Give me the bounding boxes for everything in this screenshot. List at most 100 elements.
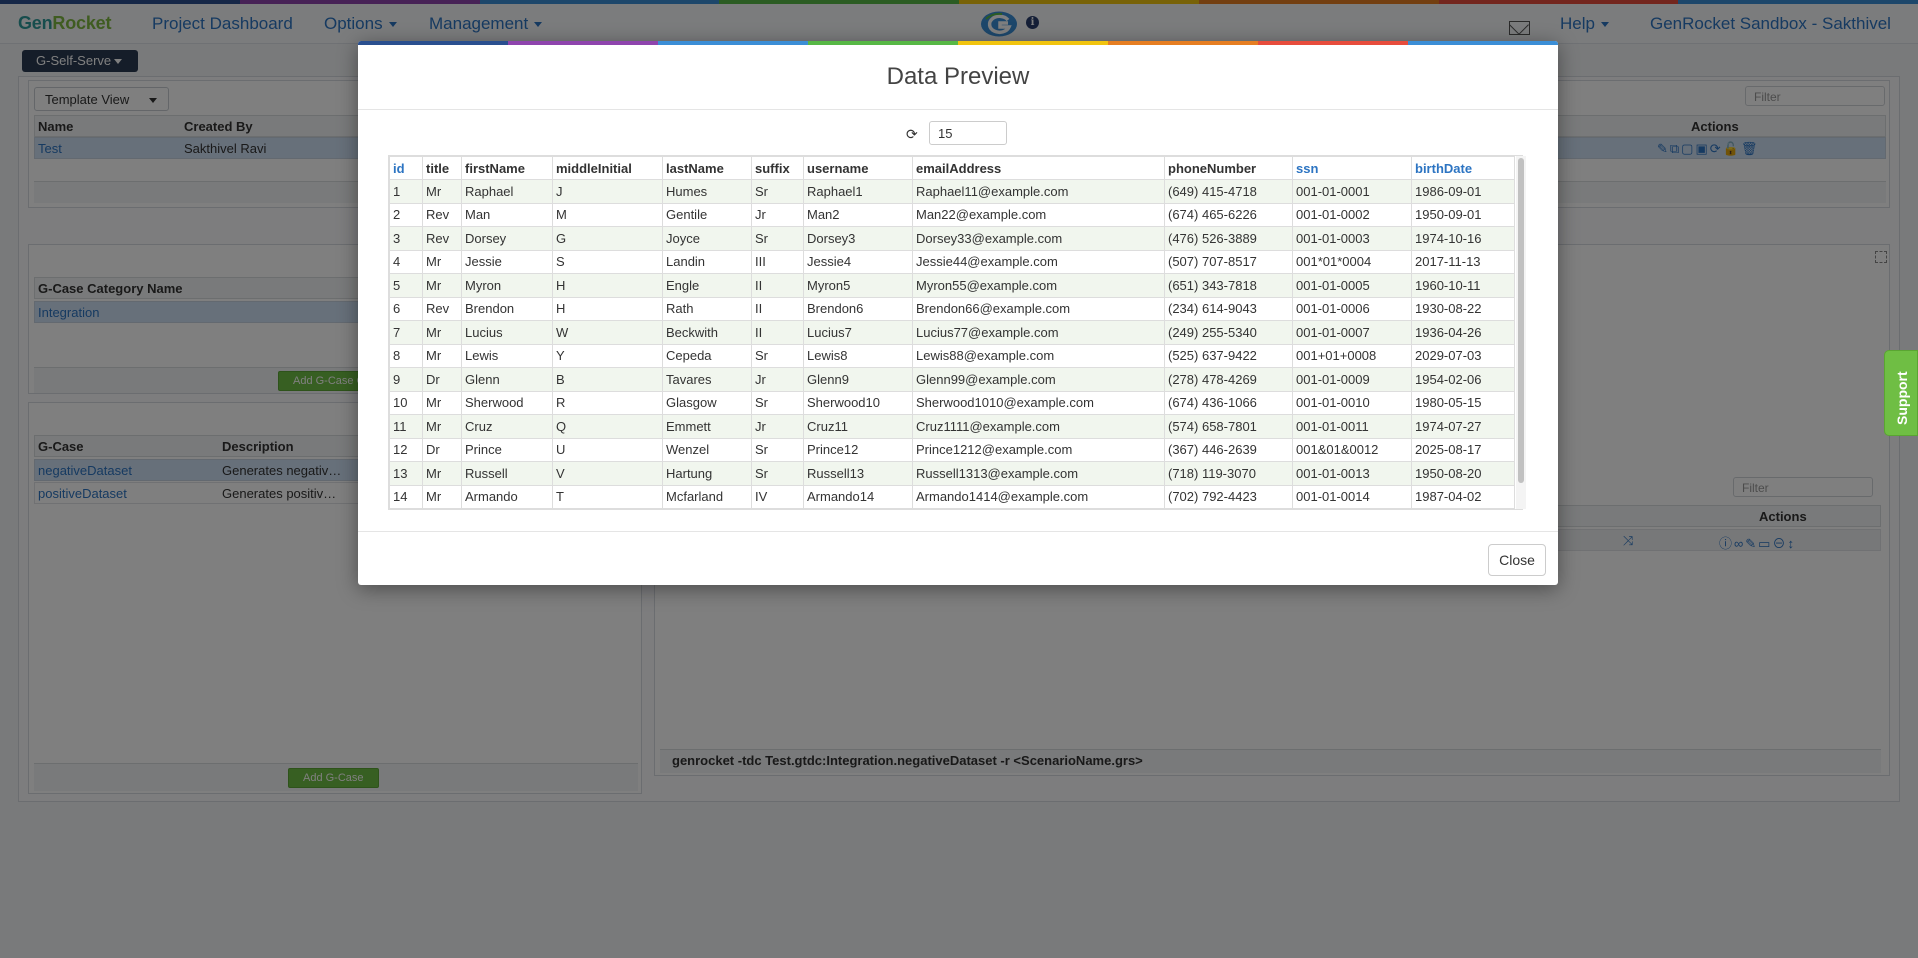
cell-title: Mr bbox=[422, 343, 462, 368]
column-header-firstName[interactable]: firstName bbox=[461, 156, 553, 180]
cell-lastName: Tavares bbox=[662, 367, 752, 392]
cell-id: 10 bbox=[389, 390, 423, 415]
cell-lastName: Beckwith bbox=[662, 320, 752, 345]
column-header-ssn[interactable]: ssn bbox=[1292, 156, 1412, 180]
cell-username: Raphael1 bbox=[803, 179, 913, 204]
cell-suffix: Jr bbox=[751, 414, 804, 439]
cell-middleInitial: R bbox=[552, 390, 663, 415]
cell-middleInitial: J bbox=[552, 179, 663, 204]
modal-footer-divider bbox=[358, 531, 1558, 532]
table-row: 5 Mr Myron H Engle II Myron5 Myron55@example.co… bbox=[389, 273, 1515, 298]
modal-title: Data Preview bbox=[886, 63, 1030, 90]
cell-phoneNumber: (525) 637-9422 bbox=[1164, 343, 1293, 368]
scrollbar-thumb[interactable] bbox=[1518, 158, 1524, 483]
cell-title: Mr bbox=[422, 273, 462, 298]
cell-lastName: Glasgow bbox=[662, 390, 752, 415]
cell-emailAddress: Brendon66@example.com bbox=[912, 296, 1165, 321]
cell-ssn: 001-01-0006 bbox=[1292, 296, 1412, 321]
table-row: 14 Mr Armando T Mcfarland IV Armando14 Armando1… bbox=[389, 484, 1515, 509]
column-header-lastName[interactable]: lastName bbox=[662, 156, 752, 180]
table-row: 3 Rev Dorsey G Joyce Sr Dorsey3 Dorsey33@exampl… bbox=[389, 226, 1515, 251]
column-header-middleInitial[interactable]: middleInitial bbox=[552, 156, 663, 180]
cell-firstName: Sherwood bbox=[461, 390, 553, 415]
cell-lastName: Engle bbox=[662, 273, 752, 298]
cell-username: Lucius7 bbox=[803, 320, 913, 345]
cell-lastName: Cepeda bbox=[662, 343, 752, 368]
table-row: 9 Dr Glenn B Tavares Jr Glenn9 Glenn99@example.… bbox=[389, 367, 1515, 392]
cell-ssn: 001-01-0011 bbox=[1292, 414, 1412, 439]
cell-birthDate: 1980-05-15 bbox=[1411, 390, 1515, 415]
cell-id: 12 bbox=[389, 437, 423, 462]
color-segment bbox=[658, 41, 808, 45]
cell-username: Myron5 bbox=[803, 273, 913, 298]
cell-title: Mr bbox=[422, 484, 462, 509]
cell-phoneNumber: (234) 614-9043 bbox=[1164, 296, 1293, 321]
cell-id: 14 bbox=[389, 484, 423, 509]
cell-firstName: Jessie bbox=[461, 249, 553, 274]
cell-lastName: Landin bbox=[662, 249, 752, 274]
cell-suffix: II bbox=[751, 273, 804, 298]
cell-lastName: Hartung bbox=[662, 461, 752, 486]
table-row: 8 Mr Lewis Y Cepeda Sr Lewis8 Lewis88@example.c… bbox=[389, 343, 1515, 368]
cell-birthDate: 2017-11-13 bbox=[1411, 249, 1515, 274]
color-segment bbox=[1408, 41, 1558, 45]
cell-firstName: Lucius bbox=[461, 320, 553, 345]
table-row: 6 Rev Brendon H Rath II Brendon6 Brendon66@exam… bbox=[389, 296, 1515, 321]
table-row: 13 Mr Russell V Hartung Sr Russell13 Russell131… bbox=[389, 461, 1515, 486]
cell-lastName: Mcfarland bbox=[662, 484, 752, 509]
cell-phoneNumber: (651) 343-7818 bbox=[1164, 273, 1293, 298]
column-header-birthDate[interactable]: birthDate bbox=[1411, 156, 1515, 180]
cell-id: 2 bbox=[389, 202, 423, 227]
column-header-username[interactable]: username bbox=[803, 156, 913, 180]
cell-suffix: II bbox=[751, 296, 804, 321]
cell-lastName: Emmett bbox=[662, 414, 752, 439]
cell-phoneNumber: (249) 255-5340 bbox=[1164, 320, 1293, 345]
cell-title: Dr bbox=[422, 437, 462, 462]
cell-phoneNumber: (674) 436-1066 bbox=[1164, 390, 1293, 415]
support-tab[interactable]: Support bbox=[1884, 350, 1918, 436]
cell-ssn: 001-01-0010 bbox=[1292, 390, 1412, 415]
table-row: 10 Mr Sherwood R Glasgow Sr Sherwood10 Sherwood… bbox=[389, 390, 1515, 415]
cell-suffix: Sr bbox=[751, 179, 804, 204]
cell-title: Mr bbox=[422, 414, 462, 439]
cell-birthDate: 1950-08-20 bbox=[1411, 461, 1515, 486]
cell-id: 7 bbox=[389, 320, 423, 345]
modal-color-strip bbox=[358, 41, 1558, 45]
cell-middleInitial: Y bbox=[552, 343, 663, 368]
cell-id: 9 bbox=[389, 367, 423, 392]
cell-firstName: Prince bbox=[461, 437, 553, 462]
cell-birthDate: 2029-07-03 bbox=[1411, 343, 1515, 368]
table-scrollbar[interactable] bbox=[1516, 156, 1526, 509]
cell-suffix: Sr bbox=[751, 437, 804, 462]
cell-phoneNumber: (278) 478-4269 bbox=[1164, 367, 1293, 392]
table-row: 11 Mr Cruz Q Emmett Jr Cruz11 Cruz1111@example.… bbox=[389, 414, 1515, 439]
cell-suffix: Sr bbox=[751, 390, 804, 415]
cell-suffix: IV bbox=[751, 484, 804, 509]
cell-id: 11 bbox=[389, 414, 423, 439]
refresh-icon[interactable]: ⟳ bbox=[906, 126, 918, 143]
cell-lastName: Joyce bbox=[662, 226, 752, 251]
close-button[interactable]: Close bbox=[1488, 544, 1546, 576]
cell-firstName: Lewis bbox=[461, 343, 553, 368]
cell-title: Mr bbox=[422, 390, 462, 415]
cell-emailAddress: Prince1212@example.com bbox=[912, 437, 1165, 462]
cell-birthDate: 1950-09-01 bbox=[1411, 202, 1515, 227]
cell-middleInitial: G bbox=[552, 226, 663, 251]
cell-suffix: Sr bbox=[751, 461, 804, 486]
cell-lastName: Humes bbox=[662, 179, 752, 204]
column-header-emailAddress[interactable]: emailAddress bbox=[912, 156, 1165, 180]
cell-suffix: Sr bbox=[751, 226, 804, 251]
cell-firstName: Glenn bbox=[461, 367, 553, 392]
column-header-phoneNumber[interactable]: phoneNumber bbox=[1164, 156, 1293, 180]
cell-username: Russell13 bbox=[803, 461, 913, 486]
cell-id: 3 bbox=[389, 226, 423, 251]
cell-lastName: Rath bbox=[662, 296, 752, 321]
cell-ssn: 001-01-0005 bbox=[1292, 273, 1412, 298]
color-segment bbox=[958, 41, 1108, 45]
column-header-suffix[interactable]: suffix bbox=[751, 156, 804, 180]
column-header-title[interactable]: title bbox=[422, 156, 462, 180]
cell-title: Rev bbox=[422, 226, 462, 251]
column-header-id[interactable]: id bbox=[389, 156, 423, 180]
cell-phoneNumber: (476) 526-3889 bbox=[1164, 226, 1293, 251]
row-count-input[interactable] bbox=[929, 121, 1007, 145]
